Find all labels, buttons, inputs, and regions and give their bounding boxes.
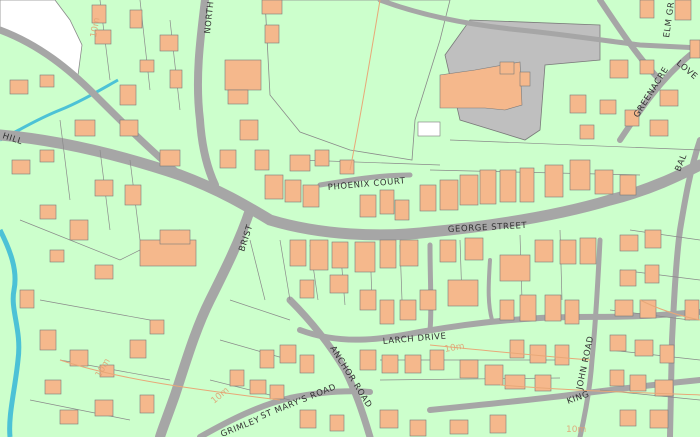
map-viewport[interactable]: GEORGE STREET PHOENIX COURT LARCH DRIVE … bbox=[0, 0, 700, 437]
small-building-white bbox=[417, 121, 441, 137]
road-south-link bbox=[427, 242, 434, 333]
map-canvas[interactable]: GEORGE STREET PHOENIX COURT LARCH DRIVE … bbox=[0, 0, 700, 437]
contour-label-5: 10m bbox=[566, 425, 586, 435]
